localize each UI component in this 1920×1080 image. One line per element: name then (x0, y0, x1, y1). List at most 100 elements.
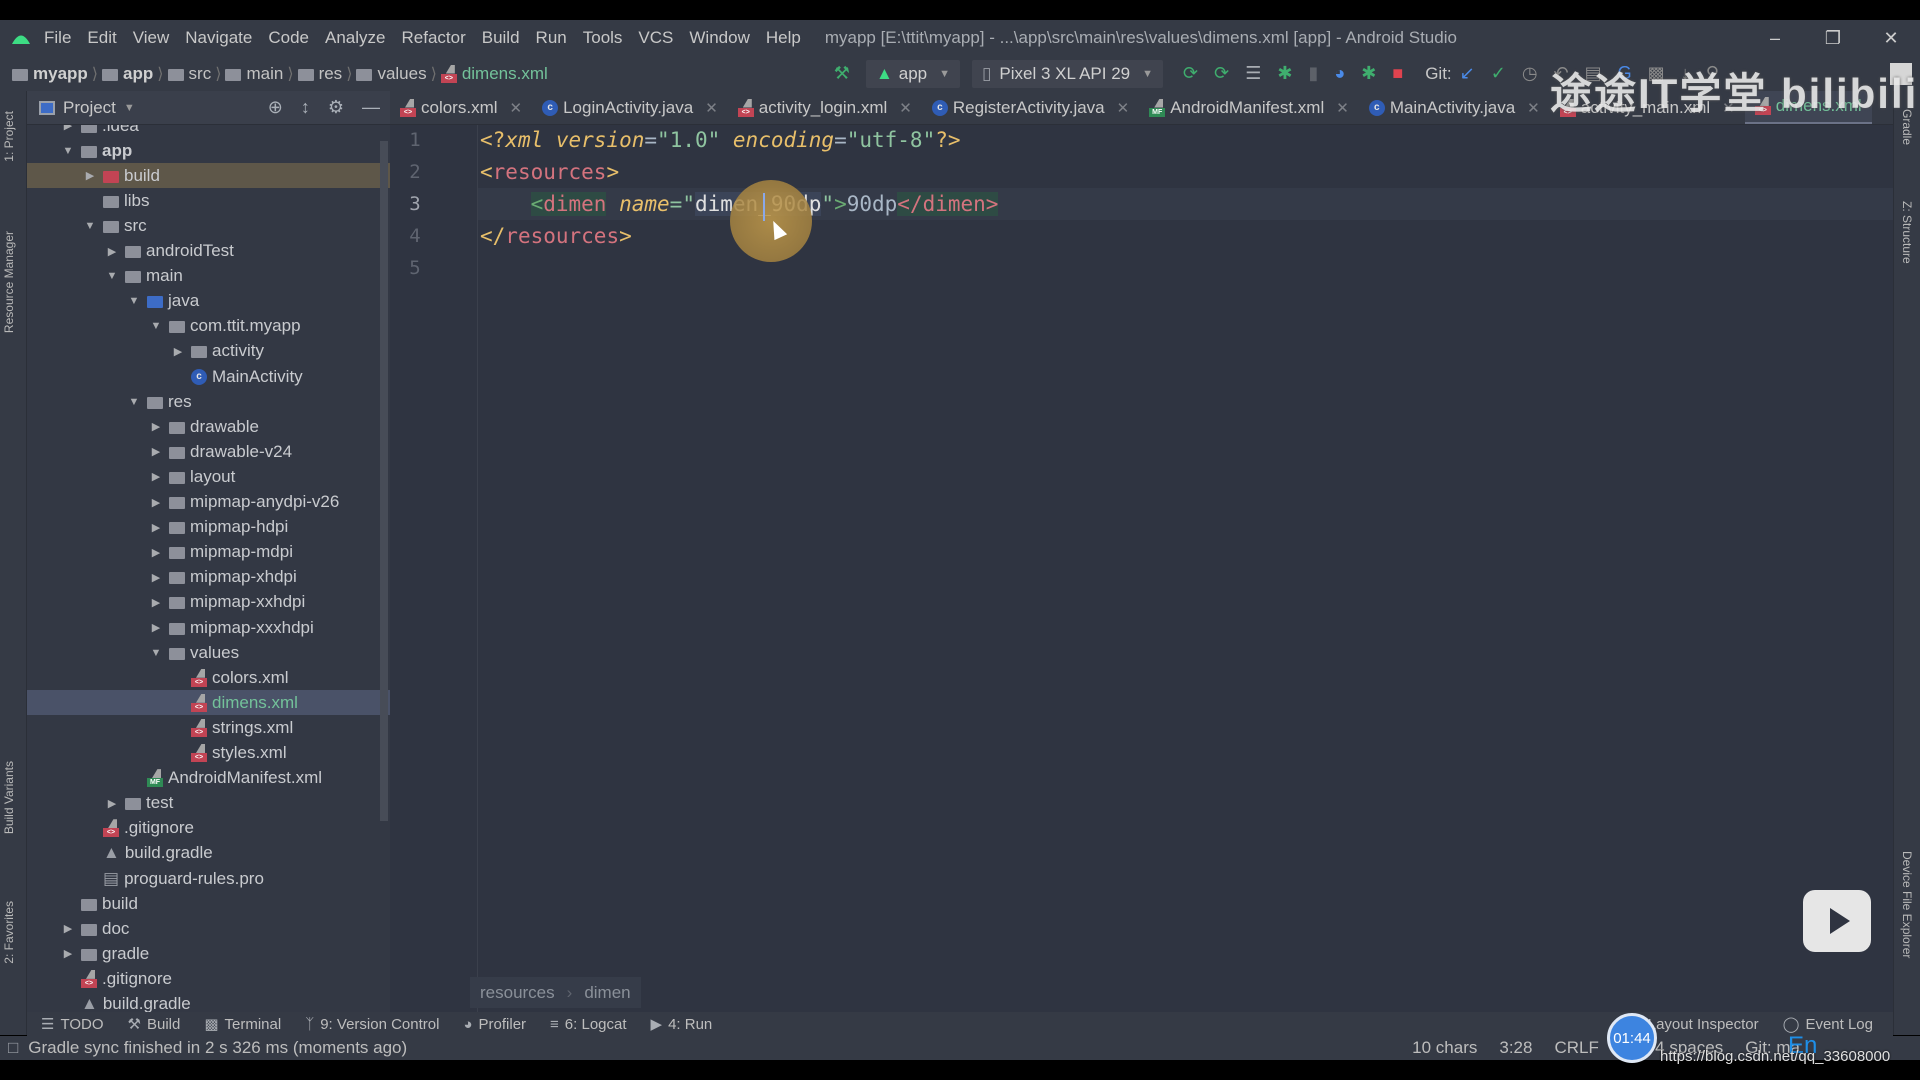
tool-device-file-explorer[interactable]: Device File Explorer (1900, 851, 1914, 958)
editor-tab[interactable]: activity_login.xml ✕ (728, 91, 922, 124)
breadcrumb-myapp[interactable]: myapp (33, 64, 88, 84)
project-view-select[interactable]: Project (63, 98, 116, 118)
tree-item[interactable]: ▼ res (27, 389, 390, 414)
menu-navigate[interactable]: Navigate (185, 28, 252, 48)
editor-tab[interactable]: c RegisterActivity.java ✕ (922, 91, 1139, 124)
expand-arrow-icon[interactable]: ▶ (149, 470, 163, 483)
tool-profiler[interactable]: ◕ Profiler (463, 1016, 526, 1033)
tree-item[interactable]: ▶ mipmap-hdpi (27, 515, 390, 540)
tool-favorites[interactable]: 2: Favorites (2, 901, 16, 964)
collapse-arrow-icon[interactable]: ▼ (61, 145, 75, 157)
tree-item[interactable]: .gitignore (27, 966, 390, 991)
coverage-icon[interactable]: ▮ (1308, 63, 1318, 84)
menu-help[interactable]: Help (766, 28, 801, 48)
menu-tools[interactable]: Tools (583, 28, 623, 48)
tool-event-log[interactable]: ◯ Event Log (1783, 1015, 1873, 1034)
expand-arrow-icon[interactable]: ▶ (149, 521, 163, 534)
menu-file[interactable]: File (44, 28, 71, 48)
collapse-arrow-icon[interactable]: ▼ (149, 320, 163, 332)
video-play-icon[interactable] (1803, 890, 1871, 952)
collapse-all-icon[interactable]: ↕ (301, 97, 310, 118)
debug-icon[interactable]: ✱ (1277, 63, 1292, 84)
status-caret-position[interactable]: 3:28 (1499, 1038, 1532, 1058)
expand-arrow-icon[interactable]: ▶ (149, 445, 163, 458)
stop-icon[interactable]: ■ (1392, 63, 1403, 84)
expand-arrow-icon[interactable]: ▶ (149, 420, 163, 433)
run-config-select[interactable]: ▲ app ▼ (865, 59, 961, 88)
tree-item[interactable]: ▶ mipmap-xhdpi (27, 565, 390, 590)
tool-resource-manager[interactable]: Resource Manager (2, 231, 16, 333)
tree-item[interactable]: ▼ main (27, 264, 390, 289)
tree-item[interactable]: ▶ mipmap-xxxhdpi (27, 615, 390, 640)
tree-item[interactable]: ▶ drawable (27, 414, 390, 439)
tree-item[interactable]: ▲ build.gradle (27, 841, 390, 866)
close-button[interactable]: ✕ (1862, 28, 1920, 49)
breadcrumb-res[interactable]: res (319, 64, 343, 84)
expand-arrow-icon[interactable]: ▶ (61, 922, 75, 935)
tree-item[interactable]: libs (27, 188, 390, 213)
tree-item[interactable]: ▶ doc (27, 916, 390, 941)
close-tab-icon[interactable]: ✕ (899, 99, 912, 117)
editor-tab[interactable]: AndroidManifest.xml ✕ (1139, 91, 1359, 124)
menu-edit[interactable]: Edit (87, 28, 116, 48)
status-toggle-icon[interactable]: □ (8, 1038, 18, 1058)
editor-tab[interactable]: c MainActivity.java ✕ (1359, 91, 1550, 124)
editor-tab[interactable]: colors.xml ✕ (390, 91, 532, 124)
editor-crumb-dimen[interactable]: dimen (584, 983, 630, 1003)
collapse-arrow-icon[interactable]: ▼ (83, 220, 97, 232)
breadcrumb-values[interactable]: values (377, 64, 426, 84)
tree-item[interactable]: ▼ java (27, 289, 390, 314)
hide-panel-icon[interactable]: — (362, 97, 380, 118)
tool-project[interactable]: 1: Project (2, 111, 16, 162)
tree-item[interactable]: build (27, 891, 390, 916)
expand-arrow-icon[interactable]: ▶ (149, 596, 163, 609)
tree-item[interactable]: ▶ gradle (27, 941, 390, 966)
gear-icon[interactable]: ⚙ (328, 97, 344, 118)
tool-structure[interactable]: Z: Structure (1900, 201, 1914, 264)
expand-arrow-icon[interactable]: ▶ (149, 546, 163, 559)
tree-item[interactable]: ▼ com.ttit.myapp (27, 314, 390, 339)
editor-crumb-resources[interactable]: resources (480, 983, 555, 1003)
collapse-arrow-icon[interactable]: ▼ (127, 295, 141, 307)
tree-item[interactable]: .gitignore (27, 816, 390, 841)
restore-button[interactable]: ❐ (1804, 28, 1862, 49)
tree-item[interactable]: ▶ mipmap-anydpi-v26 (27, 490, 390, 515)
close-tab-icon[interactable]: ✕ (1117, 99, 1130, 117)
close-tab-icon[interactable]: ✕ (1336, 99, 1349, 117)
breadcrumb-main[interactable]: main (246, 64, 283, 84)
git-history-icon[interactable]: ◷ (1522, 63, 1538, 84)
tree-item[interactable]: strings.xml (27, 715, 390, 740)
tree-item[interactable]: ▶ build (27, 163, 390, 189)
attach-debugger-icon[interactable]: ✱ (1361, 63, 1376, 84)
hammer-icon[interactable]: ⚒ (834, 63, 850, 84)
code-editor[interactable]: 1 2 3 4 5 <? xml version = "1.0" encoding = "… (390, 125, 1893, 1012)
expand-arrow-icon[interactable]: ▶ (61, 125, 75, 132)
profile-icon[interactable]: ◕ (1334, 63, 1345, 84)
tree-item[interactable]: ▶ layout (27, 464, 390, 489)
menu-code[interactable]: Code (268, 28, 309, 48)
expand-arrow-icon[interactable]: ▶ (149, 496, 163, 509)
tool-build-variants[interactable]: Build Variants (2, 761, 16, 834)
expand-arrow-icon[interactable]: ▶ (149, 621, 163, 634)
tree-item[interactable]: colors.xml (27, 665, 390, 690)
sync-project-icon[interactable]: ☰ (1245, 63, 1261, 84)
apply-code-changes-icon[interactable]: ⟳ (1214, 63, 1229, 84)
close-tab-icon[interactable]: ✕ (705, 99, 718, 117)
tree-item[interactable]: ▶ test (27, 791, 390, 816)
tree-item[interactable]: ▼ values (27, 640, 390, 665)
expand-arrow-icon[interactable]: ▶ (105, 797, 119, 810)
chevron-down-icon[interactable]: ▼ (124, 102, 135, 114)
breadcrumb-src[interactable]: src (189, 64, 212, 84)
close-tab-icon[interactable]: ✕ (510, 99, 523, 117)
tree-item[interactable]: ▲ build.gradle (27, 992, 390, 1012)
project-scrollbar[interactable] (380, 141, 388, 821)
breadcrumb-dimens-xml[interactable]: dimens.xml (462, 64, 548, 84)
expand-arrow-icon[interactable]: ▶ (105, 245, 119, 258)
tree-item[interactable]: styles.xml (27, 741, 390, 766)
tree-item[interactable]: ▶ drawable-v24 (27, 439, 390, 464)
git-update-icon[interactable]: ↙ (1460, 63, 1475, 84)
menu-refactor[interactable]: Refactor (401, 28, 465, 48)
tree-item[interactable]: ▶ .idea (27, 125, 390, 138)
menu-analyze[interactable]: Analyze (325, 28, 385, 48)
menu-window[interactable]: Window (689, 28, 749, 48)
